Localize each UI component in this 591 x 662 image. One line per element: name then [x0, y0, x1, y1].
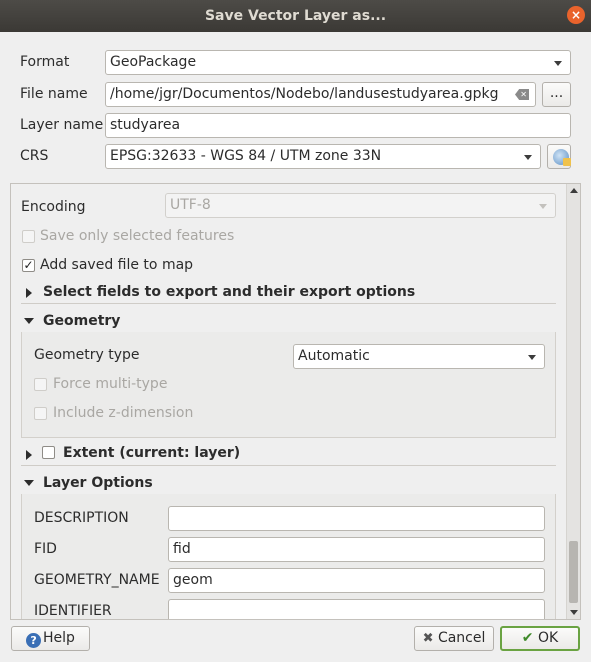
filename-input[interactable]: /home/jgr/Documentos/Nodebo/landusestudy… [105, 82, 536, 107]
browse-button[interactable]: ... [542, 82, 571, 107]
layername-label: Layer name [20, 117, 104, 133]
vertical-scrollbar[interactable] [566, 184, 580, 619]
help-button-label: Help [43, 630, 75, 646]
force-multi-label: Force multi-type [53, 376, 168, 392]
layer-option-input[interactable] [168, 599, 545, 619]
layer-option-input[interactable]: geom [168, 568, 545, 593]
layername-input[interactable]: studyarea [105, 113, 571, 138]
save-selected-checkbox[interactable] [22, 230, 35, 243]
clear-icon[interactable]: ✕ [515, 89, 529, 100]
layer-options-section-header[interactable]: Layer Options [43, 475, 153, 491]
format-select[interactable]: GeoPackage [105, 50, 571, 75]
add-to-map-checkbox[interactable]: ✓ [22, 259, 35, 272]
expand-arrow-icon[interactable] [26, 450, 32, 460]
crs-label: CRS [20, 148, 49, 164]
close-button[interactable]: × [567, 6, 585, 24]
expand-arrow-icon[interactable] [26, 288, 32, 298]
layer-options-groupbox: DESCRIPTION FID fid GEOMETRY_NAME geom I… [21, 494, 556, 619]
geometry-section-header[interactable]: Geometry [43, 313, 120, 329]
window-title: Save Vector Layer as... [204, 8, 387, 24]
ok-button-label: OK [537, 630, 559, 646]
layer-option-input[interactable]: fid [168, 537, 545, 562]
cancel-button[interactable]: ✖ Cancel [414, 626, 494, 651]
filename-value: /home/jgr/Documentos/Nodebo/landusestudy… [110, 86, 499, 102]
format-label: Format [20, 54, 70, 70]
include-z-label: Include z-dimension [53, 405, 194, 421]
encoding-select[interactable]: UTF-8 [165, 193, 556, 218]
scroll-up-icon[interactable] [570, 188, 578, 193]
layer-option-name: IDENTIFIER [34, 603, 112, 619]
filename-label: File name [20, 86, 88, 102]
layer-option-name: FID [34, 541, 57, 557]
cancel-icon: ✖ [422, 631, 434, 646]
ok-button[interactable]: ✔ OK [500, 626, 580, 651]
divider [21, 303, 556, 304]
include-z-checkbox[interactable] [34, 407, 47, 420]
force-multi-checkbox[interactable] [34, 378, 47, 391]
crs-selector-button[interactable] [547, 144, 571, 169]
close-icon: × [570, 8, 582, 22]
options-scroll-panel[interactable]: Encoding UTF-8 Save only selected featur… [10, 183, 581, 620]
ok-icon: ✔ [521, 630, 534, 646]
projection-selector-icon [553, 149, 571, 166]
check-mark-icon: ✓ [23, 258, 34, 272]
geometry-type-label: Geometry type [34, 347, 140, 363]
help-icon: ? [26, 633, 42, 648]
layer-option-name: DESCRIPTION [34, 510, 129, 526]
extent-checkbox[interactable] [42, 446, 55, 459]
scroll-down-icon[interactable] [570, 610, 578, 615]
help-button[interactable]: ? Help [11, 626, 90, 651]
geometry-type-select[interactable]: Automatic [293, 344, 545, 369]
layer-option-input[interactable] [168, 506, 545, 531]
divider [21, 465, 556, 466]
collapse-arrow-icon[interactable] [24, 318, 34, 324]
crs-select[interactable]: EPSG:32633 - WGS 84 / UTM zone 33N [105, 144, 541, 169]
save-selected-label: Save only selected features [40, 228, 235, 244]
encoding-label: Encoding [21, 199, 86, 215]
select-fields-section-header[interactable]: Select fields to export and their export… [43, 284, 415, 300]
collapse-arrow-icon[interactable] [24, 480, 34, 486]
geometry-groupbox: Geometry type Automatic Force multi-type… [21, 332, 556, 438]
cancel-button-label: Cancel [437, 630, 486, 646]
add-to-map-label: Add saved file to map [40, 257, 194, 273]
extent-section-header[interactable]: Extent (current: layer) [63, 445, 240, 461]
scrollbar-thumb[interactable] [569, 541, 578, 603]
layer-option-name: GEOMETRY_NAME [34, 572, 160, 588]
window-titlebar: Save Vector Layer as... × [0, 0, 591, 32]
